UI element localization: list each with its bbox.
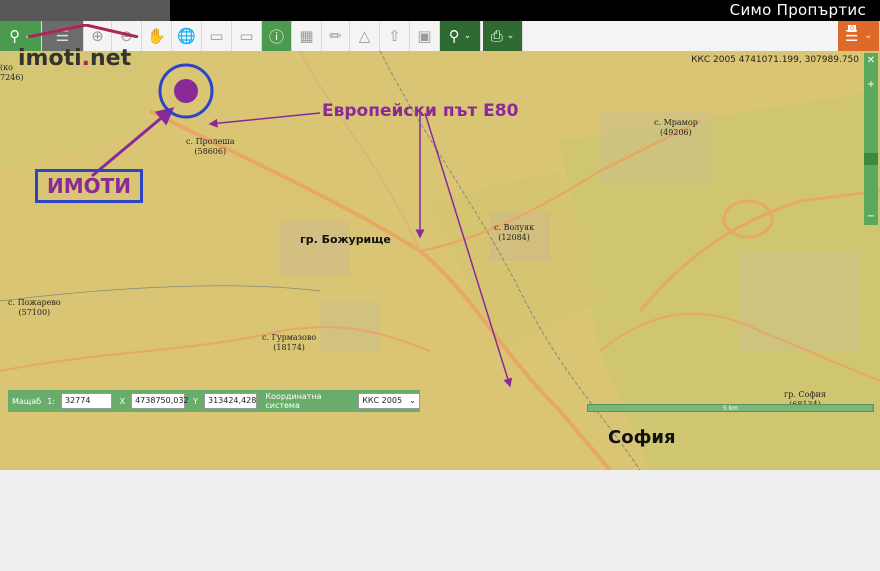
zoom-control[interactable]: ✕ + −	[864, 53, 878, 225]
print-icon: ⎙	[490, 27, 503, 45]
place-label-prolesha: с. Пролеша (58606)	[186, 137, 235, 156]
ruler-icon: ✏	[329, 27, 342, 45]
pan-button[interactable]: ✋	[142, 21, 172, 51]
logo-suffix: net	[90, 46, 132, 71]
crop-icon: ▣	[417, 27, 432, 45]
scale-label: Мащаб	[12, 396, 42, 406]
select-icon: ▦	[299, 27, 314, 45]
annotation-imoti-box: ИМОТИ	[35, 169, 143, 203]
crop-button[interactable]: ▣	[410, 21, 440, 51]
town-label-bozhurishte: гр. Божурище	[300, 233, 391, 246]
chevron-down-icon: ⌄	[864, 31, 872, 41]
coordinate-system-label: Координатна система	[265, 392, 322, 410]
measure-line-button[interactable]: ✏	[322, 21, 350, 51]
map-canvas[interactable]: ККС 2005 4741071.199, 307989.750 ✕ + − (…	[0, 51, 880, 470]
top-bar: Симо Пропъртис	[0, 0, 880, 21]
globe-button[interactable]: 🌐	[172, 21, 202, 51]
map-scale-bar: 5 km	[587, 404, 874, 412]
city-label-sofia: София	[608, 427, 676, 448]
scale-input[interactable]: 32774	[60, 393, 112, 409]
chevron-down-icon: ⌄	[506, 31, 515, 41]
place-label-mramor: с. Мрамор (49206)	[654, 118, 698, 137]
logo-roof-icon	[27, 24, 139, 38]
coordinate-bar: Мащаб 1: 32774 X 4738750,032 Y 313424,42…	[8, 390, 420, 412]
imoti-logo: imoti.net	[18, 24, 139, 71]
globe-icon: 🌐	[177, 27, 196, 45]
area-icon: △	[358, 27, 371, 45]
zoom-out-icon[interactable]: −	[864, 211, 878, 222]
brand-title: Симо Пропъртис	[729, 1, 866, 19]
close-icon[interactable]: ✕	[864, 55, 878, 66]
search-icon: ⚲	[9, 27, 21, 45]
window-icon: ▭	[209, 27, 224, 45]
place-label-gurmazovo: с. Гурмазово (18174)	[262, 333, 317, 352]
window-alt-button[interactable]: ▭	[232, 21, 262, 51]
location-icon: ⚲	[448, 27, 460, 45]
coordinate-readout: ККС 2005 4741071.199, 307989.750	[691, 55, 859, 65]
chevron-down-icon: ⌄	[463, 31, 472, 41]
page-footer-area	[0, 470, 880, 571]
place-label-pozharevo: с. Пожарево (57100)	[8, 298, 61, 317]
logo-background	[0, 0, 170, 21]
measure-area-button[interactable]: △	[350, 21, 380, 51]
location-button[interactable]: ⚲ ⌄	[440, 21, 481, 51]
info-button[interactable]: ⓘ	[262, 21, 292, 51]
menu-badge: 0	[848, 25, 856, 32]
upload-button[interactable]: ⇧	[380, 21, 410, 51]
info-icon: ⓘ	[268, 27, 284, 46]
scale-prefix: 1:	[47, 396, 55, 406]
print-button[interactable]: ⎙ ⌄	[483, 21, 523, 51]
logo-text: imoti	[18, 46, 82, 71]
menu-button[interactable]: ☰ 0 ⌄	[838, 21, 880, 51]
property-marker[interactable]	[174, 79, 198, 103]
coordinate-system-select[interactable]: ККС 2005 ⌄	[358, 393, 420, 409]
place-label-voluyak: с. Волуяк (12084)	[494, 223, 535, 242]
window-alt-icon: ▭	[239, 27, 254, 45]
select-button[interactable]: ▦	[292, 21, 322, 51]
chevron-down-icon: ⌄	[409, 396, 416, 405]
upload-icon: ⇧	[388, 27, 401, 45]
y-label: Y	[193, 396, 198, 406]
zoom-in-icon[interactable]: +	[864, 79, 878, 90]
window-button[interactable]: ▭	[202, 21, 232, 51]
zoom-slider-handle[interactable]	[864, 153, 878, 165]
x-coordinate-input[interactable]: 4738750,032	[131, 393, 189, 409]
annotation-road-label: Европейски път Е80	[322, 101, 519, 121]
hand-icon: ✋	[147, 27, 166, 45]
y-coordinate-input[interactable]: 313424,428	[203, 393, 258, 409]
x-label: X	[119, 396, 126, 406]
coordinate-system-value: ККС 2005	[362, 396, 403, 405]
